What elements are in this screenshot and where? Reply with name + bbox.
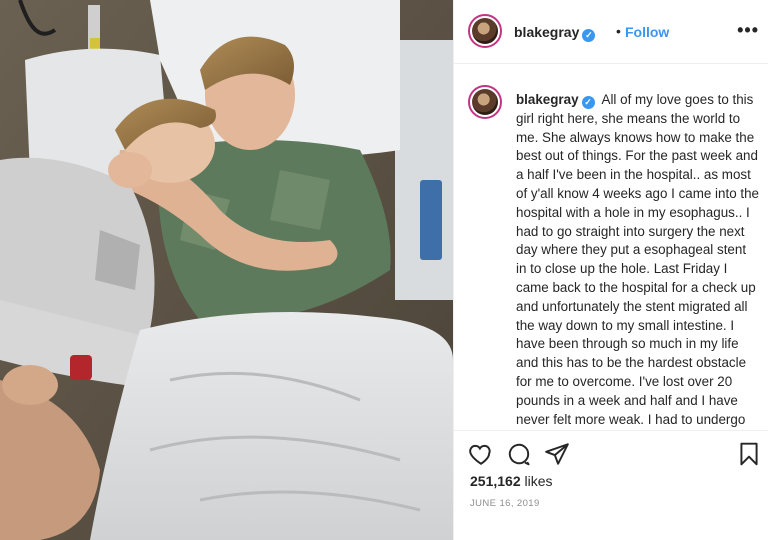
follow-button[interactable]: Follow [625, 24, 669, 40]
post-date[interactable]: JUNE 16, 2019 [470, 498, 540, 509]
post-header: blakegray ✓ • Follow ••• [454, 0, 768, 64]
caption-body: All of my love goes to this girl right h… [516, 92, 759, 427]
post-photo[interactable] [0, 0, 453, 540]
caption-username-link[interactable]: blakegray ✓ [516, 92, 595, 109]
verified-badge-icon: ✓ [582, 29, 596, 42]
bookmark-icon[interactable] [736, 441, 762, 467]
verified-badge-icon: ✓ [581, 96, 595, 109]
caption-text: blakegray ✓ All of my love goes to this g… [516, 91, 760, 430]
post-image [0, 0, 453, 540]
caption-section: blakegray ✓ All of my love goes to this g… [454, 65, 768, 430]
heart-icon[interactable] [468, 441, 494, 467]
post-side-panel: blakegray ✓ • Follow ••• blakegray ✓ All o… [453, 0, 768, 540]
actions-bar: 251,162 likes JUNE 16, 2019 [454, 430, 768, 540]
more-options-icon[interactable]: ••• [737, 20, 759, 41]
separator-dot: • [616, 23, 621, 39]
comment-icon[interactable] [506, 441, 532, 467]
share-icon[interactable] [544, 441, 570, 467]
avatar[interactable] [468, 14, 502, 48]
username-link[interactable]: blakegray ✓ [514, 24, 596, 42]
likes-count[interactable]: 251,162 likes [470, 473, 553, 489]
caption-avatar[interactable] [468, 85, 502, 119]
